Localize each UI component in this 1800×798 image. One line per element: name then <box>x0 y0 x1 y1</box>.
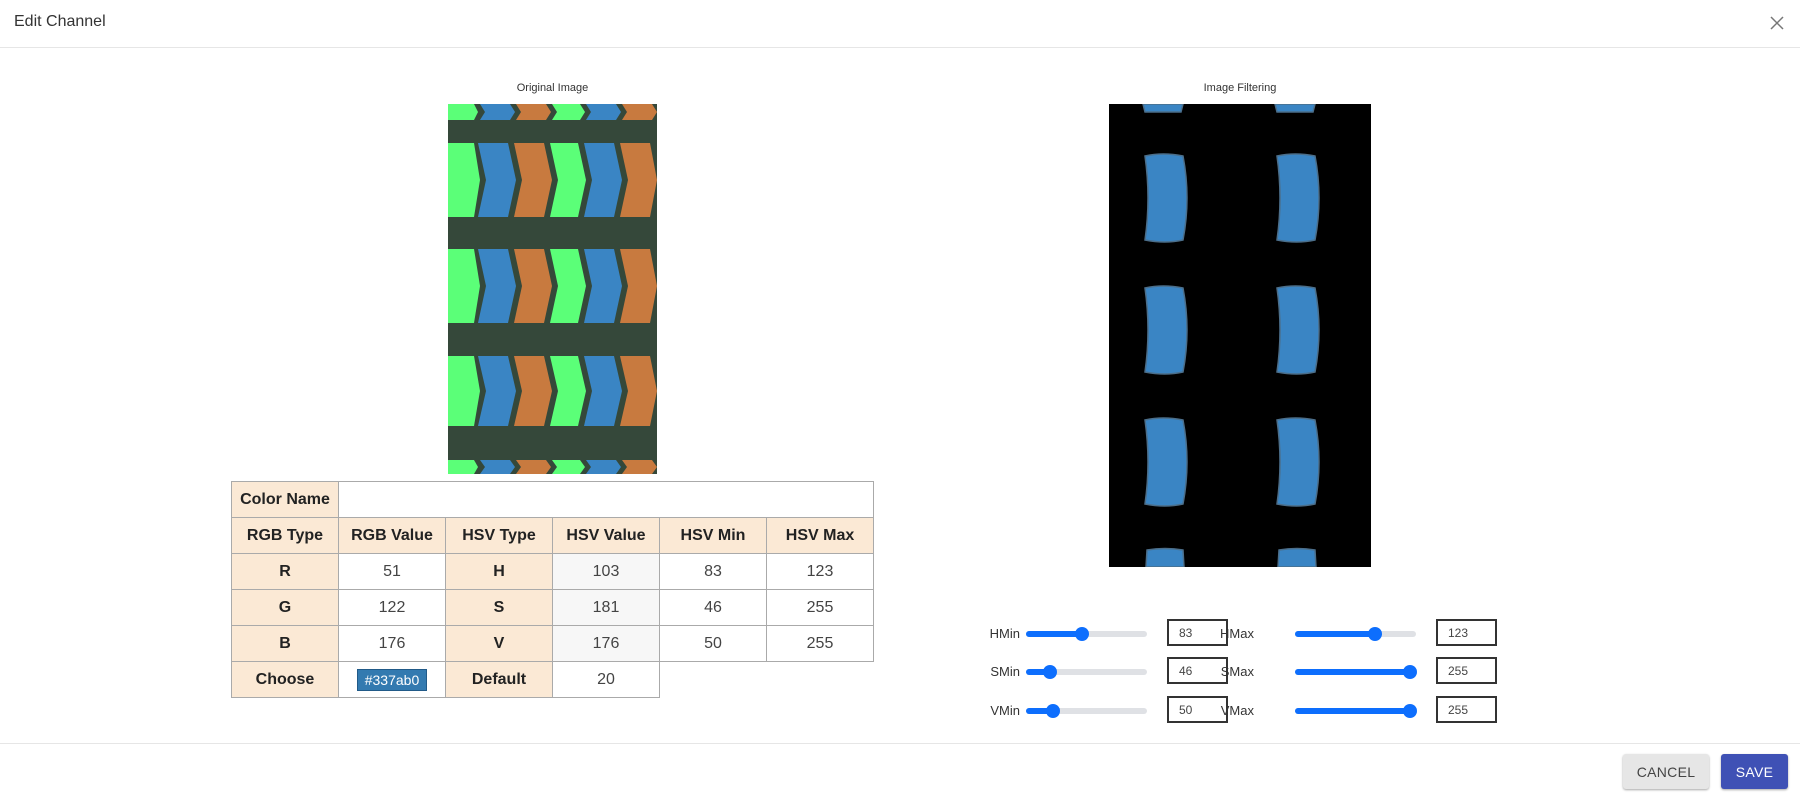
hsv-min-v[interactable]: 50 <box>659 625 767 662</box>
dialog-header: Edit Channel <box>0 0 1800 48</box>
empty-cell <box>660 662 767 698</box>
smin-label: SMin <box>990 664 1020 679</box>
original-image <box>448 104 657 474</box>
rgb-type-g: G <box>231 589 339 626</box>
rgb-type-b: B <box>231 625 339 662</box>
footer-divider <box>0 743 1800 744</box>
hsv-value-v: 176 <box>552 625 660 662</box>
rgb-type-r: R <box>231 553 339 590</box>
vmax-input[interactable]: 255 <box>1436 696 1497 723</box>
filtered-image <box>1109 104 1371 567</box>
hmin-slider-fill <box>1026 631 1082 637</box>
vmin-slider-thumb[interactable] <box>1045 704 1060 718</box>
smax-input[interactable]: 255 <box>1436 657 1497 684</box>
color-picker-button[interactable]: #337ab0 <box>356 668 428 691</box>
hmin-slider[interactable] <box>1026 627 1147 641</box>
cancel-button[interactable]: CANCEL <box>1623 754 1709 789</box>
close-button[interactable] <box>1766 12 1788 34</box>
dialog-title: Edit Channel <box>14 13 106 30</box>
hsv-max-v[interactable]: 255 <box>766 625 874 662</box>
save-button[interactable]: SAVE <box>1721 754 1788 789</box>
rgb-value-r[interactable]: 51 <box>338 553 446 590</box>
color-name-input[interactable] <box>338 481 874 518</box>
smax-slider[interactable] <box>1295 665 1417 679</box>
vmin-slider[interactable] <box>1026 704 1147 718</box>
choose-label: Choose <box>231 661 339 698</box>
rgb-value-b[interactable]: 176 <box>338 625 446 662</box>
table-row: B 176 V 176 50 255 <box>231 625 874 662</box>
color-picker-cell: #337ab0 <box>338 661 446 698</box>
smax-slider-fill <box>1295 669 1410 675</box>
hmax-label: HMax <box>1220 626 1254 641</box>
original-image-caption: Original Image <box>516 82 589 94</box>
hmin-label: HMin <box>989 626 1020 641</box>
header-hsv-value: HSV Value <box>552 517 660 554</box>
hsv-type-h: H <box>445 553 553 590</box>
vmax-slider-thumb[interactable] <box>1402 704 1417 718</box>
hsv-max-h[interactable]: 123 <box>766 553 874 590</box>
vmax-slider[interactable] <box>1295 704 1417 718</box>
header-hsv-max: HSV Max <box>766 517 874 554</box>
color-name-row: Color Name <box>231 481 874 518</box>
default-label: Default <box>445 661 553 698</box>
vmax-slider-fill <box>1295 708 1410 714</box>
filtered-image-caption: Image Filtering <box>1203 82 1277 94</box>
vmin-label: VMin <box>990 703 1020 718</box>
color-table: Color Name RGB Type RGB Value HSV Type H… <box>231 481 874 698</box>
header-hsv-min: HSV Min <box>659 517 767 554</box>
hsv-min-h[interactable]: 83 <box>659 553 767 590</box>
empty-cell <box>767 662 874 698</box>
table-row: R 51 H 103 83 123 <box>231 553 874 590</box>
hmin-slider-thumb[interactable] <box>1074 627 1089 641</box>
close-icon <box>1770 16 1784 30</box>
hmax-input[interactable]: 123 <box>1436 619 1497 646</box>
smin-slider[interactable] <box>1026 665 1147 679</box>
hsv-value-h: 103 <box>552 553 660 590</box>
hmax-slider[interactable] <box>1295 627 1416 641</box>
default-value[interactable]: 20 <box>552 661 660 698</box>
table-row: G 122 S 181 46 255 <box>231 589 874 626</box>
hsv-min-s[interactable]: 46 <box>659 589 767 626</box>
smax-label: SMax <box>1220 664 1254 679</box>
hsv-value-s: 181 <box>552 589 660 626</box>
smax-slider-thumb[interactable] <box>1402 665 1417 679</box>
hmax-slider-thumb[interactable] <box>1367 627 1382 641</box>
header-hsv-type: HSV Type <box>445 517 553 554</box>
smin-slider-thumb[interactable] <box>1043 665 1058 679</box>
hsv-max-s[interactable]: 255 <box>766 589 874 626</box>
header-rgb-type: RGB Type <box>231 517 339 554</box>
header-rgb-value: RGB Value <box>338 517 446 554</box>
hsv-type-v: V <box>445 625 553 662</box>
rgb-value-g[interactable]: 122 <box>338 589 446 626</box>
header-row: RGB Type RGB Value HSV Type HSV Value HS… <box>231 517 874 554</box>
hmax-slider-fill <box>1295 631 1375 637</box>
color-name-label: Color Name <box>231 481 339 518</box>
choose-row: Choose #337ab0 Default 20 <box>231 661 874 698</box>
hsv-type-s: S <box>445 589 553 626</box>
vmax-label: VMax <box>1220 703 1254 718</box>
